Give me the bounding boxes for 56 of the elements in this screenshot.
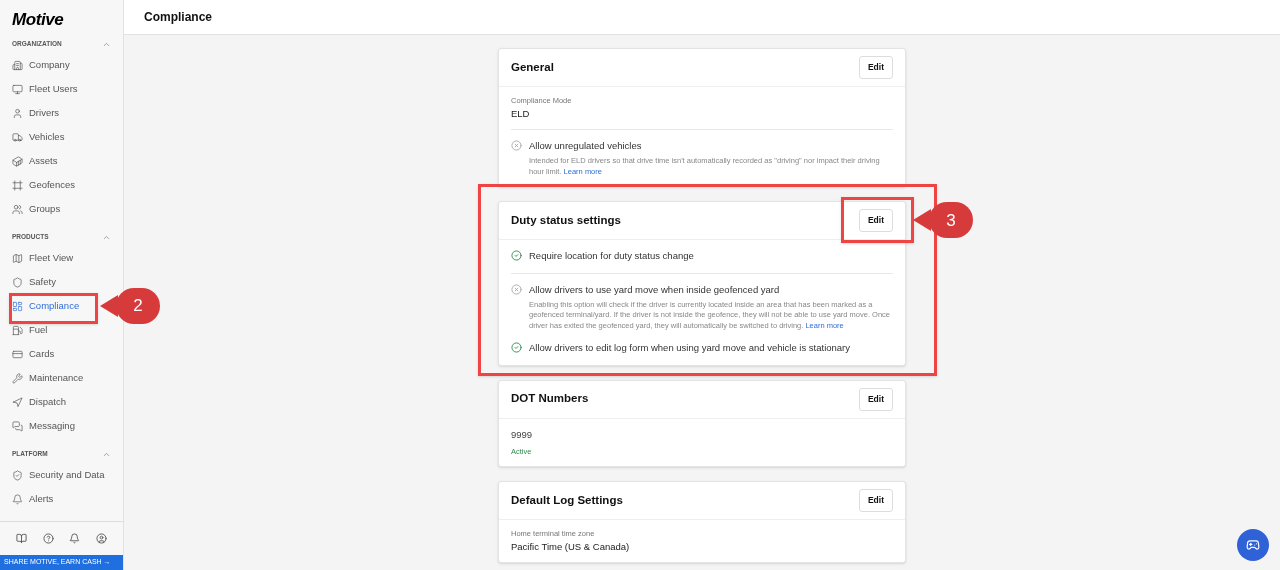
logo[interactable]: Motive <box>12 11 64 28</box>
person-icon <box>12 107 23 119</box>
nav-item[interactable]: Maintenance <box>12 370 84 386</box>
nav-item[interactable]: Vehicles <box>12 129 65 145</box>
setting-label: Require location for duty status change <box>529 249 694 264</box>
edit-button[interactable]: Edit <box>858 387 893 411</box>
account-icon[interactable] <box>96 533 108 544</box>
field-value: ELD <box>511 108 531 120</box>
nav-item[interactable]: Company <box>12 57 70 73</box>
callout-pointer <box>100 295 118 317</box>
nav-item[interactable]: Drivers <box>12 105 60 121</box>
nav-item[interactable]: Groups <box>12 201 61 217</box>
setting-label: Allow drivers to use yard move when inside geofenced yard <box>529 282 781 297</box>
nav-item[interactable]: Fleet Users <box>12 81 78 97</box>
nav-item[interactable]: Security and Data <box>12 467 105 483</box>
truck-icon <box>12 131 23 143</box>
monitor-icon <box>12 83 23 95</box>
nav-item[interactable]: Cards <box>12 346 55 362</box>
wrench-icon <box>12 372 23 384</box>
card-title: General <box>511 59 554 75</box>
bell-icon <box>12 493 23 505</box>
nav-item[interactable]: Geofences <box>12 177 75 193</box>
nav-item[interactable]: Assets <box>12 153 58 169</box>
nav-item[interactable]: Compliance <box>12 298 80 314</box>
callout-pointer <box>912 209 931 232</box>
nav-item[interactable]: Messaging <box>12 418 75 434</box>
nav-item[interactable]: Fuel <box>12 322 48 338</box>
page-title: Compliance <box>144 9 212 26</box>
fuel-pump-icon <box>12 324 23 336</box>
game-icon <box>1246 538 1260 552</box>
setting-label: Allow unregulated vehicles <box>529 139 643 153</box>
shield-icon <box>12 276 23 288</box>
nav-item[interactable]: Fleet View <box>12 250 74 266</box>
card-title: Default Log Settings <box>511 492 623 508</box>
setting-label: Allow drivers to edit log form when using yard move and vehicle is stationary <box>529 341 851 356</box>
book-icon[interactable] <box>15 533 27 544</box>
card-title: Duty status settings <box>511 213 621 229</box>
shield-icon <box>12 469 23 481</box>
edit-button[interactable]: Edit <box>858 56 893 79</box>
dot-number: 9999 <box>511 427 534 442</box>
assistant-button[interactable] <box>1237 529 1269 561</box>
field-value: Pacific Time (US & Canada) <box>511 541 631 553</box>
map-icon <box>12 252 23 264</box>
edit-button[interactable]: Edit <box>858 209 893 233</box>
nav-item[interactable]: Safety <box>12 274 56 290</box>
nav-item[interactable]: Alerts <box>12 491 54 507</box>
card-icon <box>12 348 23 360</box>
help-icon[interactable] <box>42 533 54 544</box>
card-title: DOT Numbers <box>511 391 589 407</box>
people-icon <box>12 203 23 215</box>
building-icon <box>12 59 23 71</box>
chat-icon <box>12 420 23 432</box>
edit-button[interactable]: Edit <box>858 489 893 512</box>
nav-item[interactable]: Dispatch <box>12 394 66 410</box>
frame-icon <box>12 179 23 191</box>
bell-icon[interactable] <box>69 533 81 544</box>
